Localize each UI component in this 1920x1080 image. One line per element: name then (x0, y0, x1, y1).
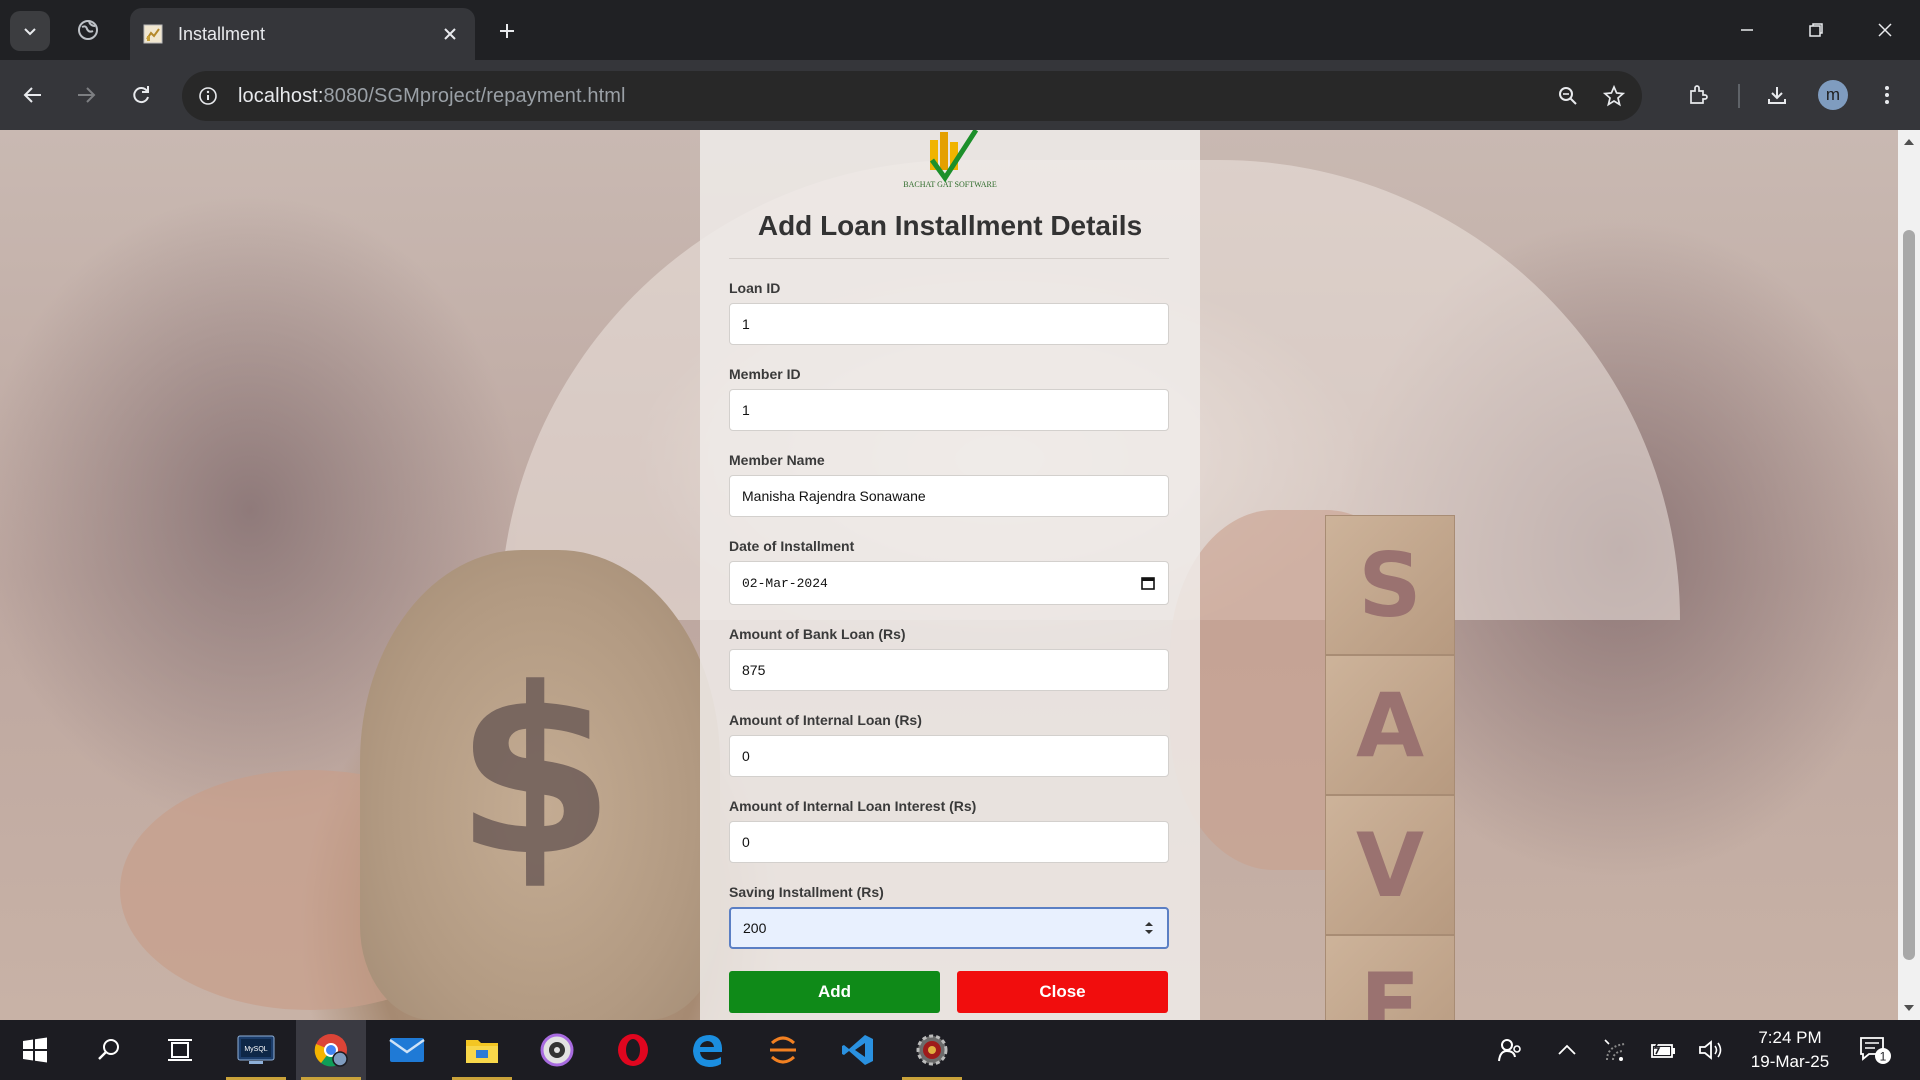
saving-installment-input[interactable] (743, 920, 1143, 936)
network-icon[interactable] (1601, 1020, 1631, 1080)
installment-form-card: BACHAT GAT SOFTWARE Add Loan Installment… (700, 130, 1200, 1020)
internal-loan-amount-input[interactable] (742, 748, 1156, 764)
media-player-icon[interactable] (522, 1020, 592, 1080)
restore-icon[interactable] (1796, 12, 1836, 48)
tab-favicon-icon (142, 23, 164, 45)
volume-icon[interactable] (1696, 1020, 1726, 1080)
show-hidden-icons-chevron-icon[interactable] (1554, 1020, 1580, 1080)
scroll-down-arrow-icon[interactable] (1903, 1002, 1915, 1014)
bookmark-star-icon[interactable] (1596, 78, 1632, 114)
close-button[interactable]: Close (957, 971, 1168, 1013)
internal-loan-amount-field[interactable] (729, 735, 1169, 777)
calendar-icon[interactable] (1140, 575, 1156, 591)
page-scrollbar[interactable] (1898, 130, 1920, 1020)
vscode-icon[interactable] (823, 1020, 893, 1080)
task-view-icon[interactable] (145, 1020, 215, 1080)
eclipse-icon[interactable] (748, 1020, 818, 1080)
back-icon[interactable] (14, 76, 52, 114)
loan-id-field[interactable] (729, 303, 1169, 345)
loan-id-label: Loan ID (729, 280, 781, 296)
tab-title: Installment (178, 23, 266, 44)
form-title: Add Loan Installment Details (757, 210, 1143, 241)
internal-loan-interest-input[interactable] (742, 834, 1156, 850)
scroll-up-arrow-icon[interactable] (1903, 136, 1915, 148)
clock-date: 19-Mar-25 (1750, 1052, 1830, 1071)
background-block-v: V (1325, 795, 1455, 935)
edge-icon[interactable] (673, 1020, 743, 1080)
internal-loan-interest-field[interactable] (729, 821, 1169, 863)
close-window-icon[interactable] (1865, 12, 1905, 48)
download-icon[interactable] (1758, 76, 1796, 114)
saving-installment-field[interactable] (729, 907, 1169, 949)
internal-loan-interest-label: Amount of Internal Loan Interest (Rs) (729, 798, 977, 814)
site-info-icon[interactable] (192, 80, 224, 112)
globe-icon[interactable] (74, 16, 102, 44)
mail-icon[interactable] (372, 1020, 442, 1080)
internal-loan-amount-label: Amount of Internal Loan (Rs) (729, 712, 922, 728)
page-viewport: $ S A V E BACHAT GAT SOFTWARE Add Loan I… (0, 130, 1920, 1020)
bank-loan-amount-label: Amount of Bank Loan (Rs) (729, 626, 906, 642)
background-dollar-sign: $ (455, 640, 616, 907)
extensions-icon[interactable] (1679, 76, 1717, 114)
member-id-label: Member ID (729, 366, 801, 382)
opera-icon[interactable] (598, 1020, 668, 1080)
taskbar-clock[interactable]: 7:24 PM 19-Mar-25 (1735, 1026, 1845, 1074)
zoom-icon[interactable] (1550, 78, 1586, 114)
tab-strip: Installment (0, 0, 1920, 60)
search-icon[interactable] (74, 1020, 144, 1080)
people-icon[interactable] (1492, 1020, 1528, 1080)
background-block-e: E (1325, 935, 1455, 1020)
mysql-workbench-icon[interactable]: MySQL (221, 1020, 291, 1080)
installment-date-input[interactable] (742, 575, 1140, 591)
chrome-icon[interactable] (296, 1020, 366, 1080)
member-name-label: Member Name (729, 452, 825, 468)
member-name-input[interactable] (742, 488, 1156, 504)
url-host: localhost: (238, 84, 324, 107)
new-tab-icon[interactable] (492, 16, 522, 46)
forward-icon[interactable] (67, 76, 105, 114)
bank-loan-amount-input[interactable] (742, 662, 1156, 678)
clock-time: 7:24 PM (1758, 1028, 1822, 1047)
bank-loan-amount-field[interactable] (729, 649, 1169, 691)
title-divider (729, 258, 1169, 259)
background-block-s: S (1325, 515, 1455, 655)
file-explorer-icon[interactable] (447, 1020, 517, 1080)
windows-taskbar: MySQL 7:24 PM 19-Mar-25 1 (0, 1020, 1920, 1080)
member-id-input[interactable] (742, 402, 1156, 418)
saving-installment-label: Saving Installment (Rs) (729, 884, 884, 900)
toolbar-divider (1738, 84, 1740, 108)
more-menu-icon[interactable] (1868, 76, 1906, 114)
browser-tab[interactable]: Installment (130, 8, 475, 60)
tab-search-button[interactable] (10, 11, 50, 51)
reload-icon[interactable] (122, 76, 160, 114)
installment-date-label: Date of Installment (729, 538, 855, 554)
url-path: 8080/SGMproject/repayment.html (323, 84, 626, 107)
address-bar[interactable]: localhost:8080/SGMproject/repayment.html (182, 71, 1642, 121)
scrollbar-thumb[interactable] (1903, 230, 1915, 960)
installment-date-field[interactable] (729, 561, 1169, 605)
profile-avatar[interactable]: m (1818, 80, 1848, 110)
notification-count: 1 (1880, 1050, 1887, 1064)
minimize-icon[interactable] (1727, 12, 1767, 48)
mysql-label: MySQL (244, 1046, 267, 1053)
loan-id-input[interactable] (742, 316, 1156, 332)
logo-text: BACHAT GAT SOFTWARE (903, 180, 997, 189)
windows-start-icon[interactable] (0, 1020, 70, 1080)
add-button[interactable]: Add (729, 971, 940, 1013)
battery-icon[interactable] (1648, 1020, 1678, 1080)
background-block-a: A (1325, 655, 1455, 795)
url-text: localhost:8080/SGMproject/repayment.html (238, 85, 1550, 108)
member-name-field[interactable] (729, 475, 1169, 517)
close-tab-icon[interactable] (439, 23, 461, 45)
chevron-down-icon (24, 28, 36, 36)
number-spinner-icon[interactable] (1143, 918, 1155, 938)
settings-gear-icon[interactable] (897, 1020, 967, 1080)
notification-center-icon[interactable]: 1 (1856, 1020, 1896, 1080)
browser-toolbar: localhost:8080/SGMproject/repayment.html… (0, 60, 1920, 130)
member-id-field[interactable] (729, 389, 1169, 431)
